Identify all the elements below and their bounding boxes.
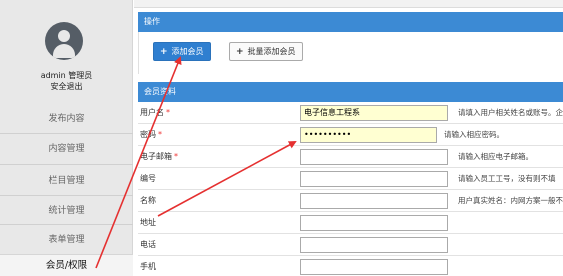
add-member-button[interactable]: + 添加会员 (153, 42, 211, 61)
password-label: 密码 * (140, 130, 162, 139)
batch-add-member-button[interactable]: + 批量添加会员 (229, 42, 303, 61)
username-input[interactable]: 电子信息工程系 (300, 105, 448, 121)
number-hint: 请输入员工工号，没有则不填 (458, 174, 556, 183)
user-name: admin 管理员 (40, 71, 93, 80)
number-input[interactable] (300, 171, 448, 187)
batch-add-label: 批量添加会员 (247, 47, 296, 56)
address-input[interactable] (300, 215, 448, 231)
address-label: 地址 (140, 218, 156, 227)
password-hint: 请输入相应密码。 (444, 130, 504, 139)
member-info-title: 会员资料 (138, 82, 563, 102)
name-label: 名称 (140, 196, 156, 205)
number-label: 编号 (140, 174, 156, 183)
form-row-name: 名称 用户真实姓名：内网方案一般不填 (138, 190, 563, 212)
form-row-number: 编号 请输入员工工号，没有则不填 (138, 168, 563, 190)
email-hint: 请输入相应电子邮箱。 (458, 152, 533, 161)
sidebar: admin 管理员 安全退出 发布内容 内容管理 栏目管理 统计管理 表单管理 … (0, 0, 133, 276)
top-strip (134, 0, 563, 8)
form-row-password: 密码 * •••••••••• 请输入相应密码。 (138, 124, 563, 146)
sidebar-item-publish[interactable]: 发布内容 (0, 104, 133, 134)
sidebar-item-forms[interactable]: 表单管理 (0, 225, 133, 255)
logout-link[interactable]: 安全退出 (0, 81, 133, 92)
phone-label: 电话 (140, 240, 156, 249)
phone-input[interactable] (300, 237, 448, 253)
name-hint: 用户真实姓名：内网方案一般不填 (458, 196, 563, 205)
app-root: admin 管理员 安全退出 发布内容 内容管理 栏目管理 统计管理 表单管理 … (0, 0, 563, 276)
email-label: 电子邮箱 * (140, 152, 178, 161)
sidebar-item-stats[interactable]: 统计管理 (0, 196, 133, 226)
form-row-address: 地址 (138, 212, 563, 234)
ops-panel-body: + 添加会员 + 批量添加会员 (138, 32, 563, 74)
name-input[interactable] (300, 193, 448, 209)
form-row-mobile: 手机 (138, 256, 563, 276)
plus-icon: + (160, 47, 168, 57)
mobile-label: 手机 (140, 262, 156, 271)
password-input[interactable]: •••••••••• (300, 127, 437, 143)
username-hint: 请填入用户相关姓名或账号。企业 (458, 108, 563, 117)
user-avatar-icon (45, 22, 83, 60)
email-input[interactable] (300, 149, 448, 165)
divider (0, 164, 133, 165)
sidebar-item-channel[interactable]: 栏目管理 (0, 166, 133, 196)
form-row-email: 电子邮箱 * 请输入相应电子邮箱。 (138, 146, 563, 168)
username-label: 用户名 * (140, 108, 170, 117)
ops-panel-title: 操作 (138, 12, 563, 32)
add-member-label: 添加会员 (171, 47, 204, 56)
form-row-username: 用户名 * 电子信息工程系 请填入用户相关姓名或账号。企业 (138, 102, 563, 124)
mobile-input[interactable] (300, 259, 448, 275)
sidebar-item-members[interactable]: 会员/权限 (0, 254, 133, 276)
sidebar-item-content[interactable]: 内容管理 (0, 134, 133, 164)
form-row-phone: 电话 (138, 234, 563, 256)
plus-icon: + (236, 47, 244, 57)
main-content: 操作 + 添加会员 + 批量添加会员 会员资料 用户名 * 电子信息工程系 请填入用户… (134, 0, 563, 276)
